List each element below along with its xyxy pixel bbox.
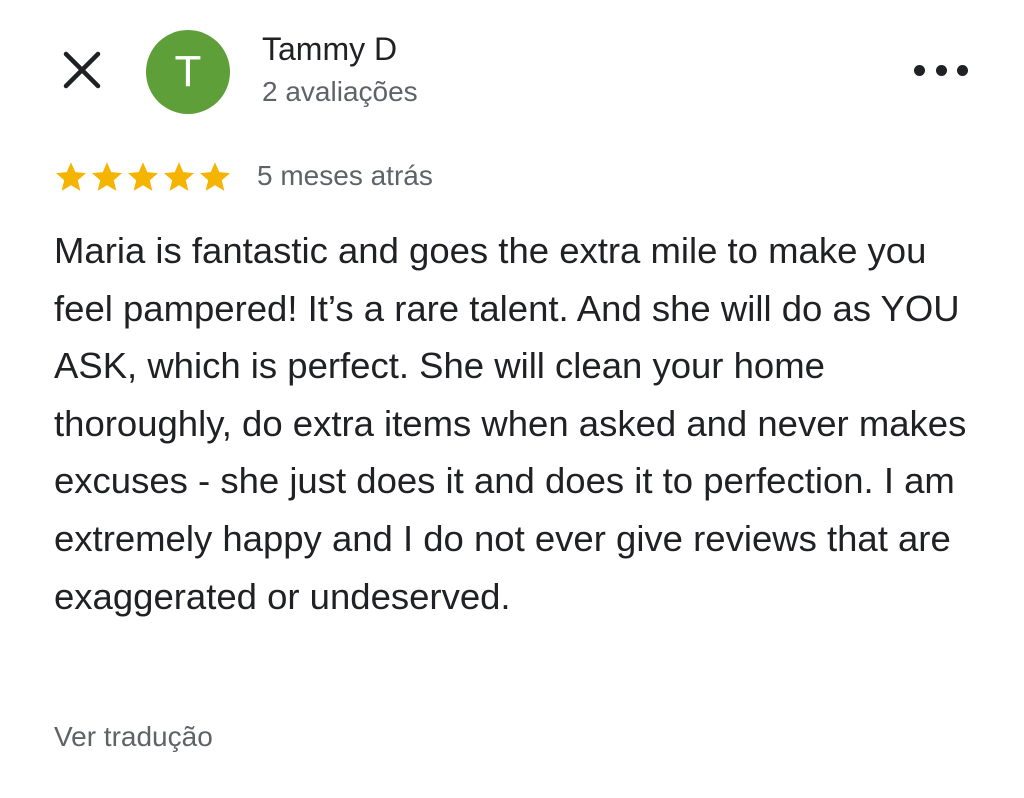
- review-text: Maria is fantastic and goes the extra mi…: [54, 230, 967, 617]
- star-rating: [54, 160, 232, 194]
- star-icon: [199, 162, 231, 191]
- star-icon: [163, 162, 195, 191]
- review-date: 5 meses atrás: [257, 160, 433, 191]
- more-options-button[interactable]: [914, 54, 968, 86]
- author-review-count: 2 avaliações: [262, 76, 418, 107]
- more-horiz-icon-dot: [957, 64, 968, 76]
- avatar-letter: T: [174, 47, 202, 96]
- star-icon: [55, 162, 87, 191]
- star-icon: [91, 162, 123, 191]
- close-button[interactable]: [60, 48, 104, 92]
- more-horiz-icon-dot: [935, 64, 947, 76]
- review-card: T Tammy D 2 avaliações 5 meses atrás Mar…: [0, 0, 1024, 798]
- author-name[interactable]: Tammy D: [262, 31, 397, 68]
- star-icon: [127, 162, 159, 191]
- close-icon: [63, 51, 101, 89]
- translate-link[interactable]: Ver tradução: [54, 721, 213, 753]
- more-horiz-icon-dot: [914, 64, 925, 76]
- avatar[interactable]: T: [146, 30, 230, 114]
